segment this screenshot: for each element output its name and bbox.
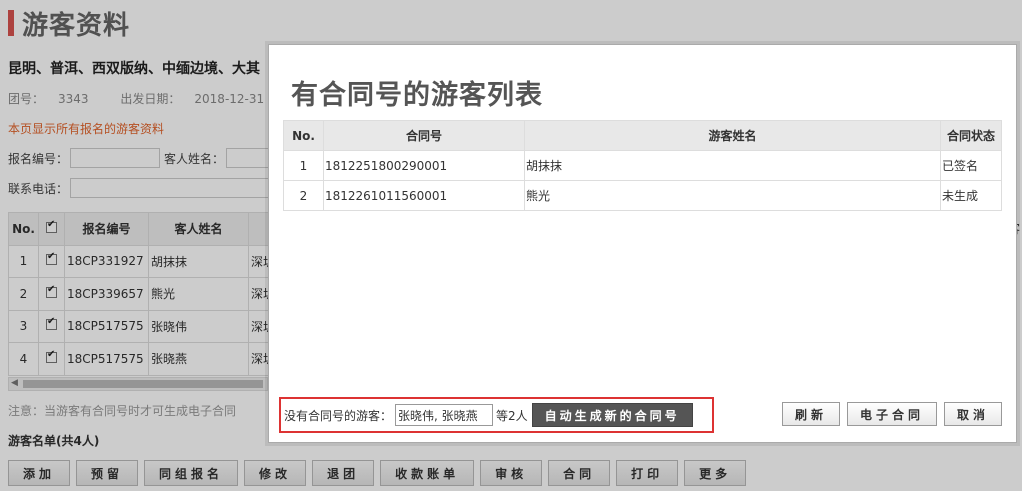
contract-status: 未生成 — [940, 180, 1002, 211]
contract-table-header: No. 合同号 游客姓名 合同状态 — [283, 120, 1002, 151]
row-no: 2 — [283, 180, 324, 211]
col-no: No. — [283, 120, 324, 151]
no-contract-label: 没有合同号的游客： — [284, 408, 393, 423]
generate-contract-no-button[interactable]: 自动生成新的合同号 — [531, 403, 693, 427]
cancel-button[interactable]: 取消 — [943, 402, 1002, 426]
no-contract-guests-input[interactable] — [395, 404, 494, 426]
col-contract-no: 合同号 — [323, 120, 525, 151]
table-row[interactable]: 1 1812251800290001 胡抹抹 已签名 — [283, 150, 1002, 181]
guest-name: 胡抹抹 — [524, 150, 941, 181]
dialog-actions: 刷新 电子合同 取消 — [775, 402, 1002, 426]
guest-name: 熊光 — [524, 180, 941, 211]
contract-no: 1812261011560001 — [323, 180, 525, 211]
contract-status: 已签名 — [940, 150, 1002, 181]
contract-table: No. 合同号 游客姓名 合同状态 1 1812251800290001 胡抹抹… — [283, 120, 1002, 211]
row-no: 1 — [283, 150, 324, 181]
table-row[interactable]: 2 1812261011560001 熊光 未生成 — [283, 180, 1002, 211]
e-contract-button[interactable]: 电子合同 — [846, 402, 937, 426]
refresh-button[interactable]: 刷新 — [781, 402, 840, 426]
col-guest-name: 游客姓名 — [524, 120, 941, 151]
no-contract-count: 等2人 — [496, 408, 528, 423]
no-contract-panel: 没有合同号的游客： 等2人 自动生成新的合同号 — [279, 397, 714, 433]
contract-list-dialog: 有合同号的游客列表 No. 合同号 游客姓名 合同状态 1 1812251800… — [268, 44, 1017, 443]
dialog-title: 有合同号的游客列表 — [291, 80, 543, 111]
col-contract-status: 合同状态 — [940, 120, 1002, 151]
contract-no: 1812251800290001 — [323, 150, 525, 181]
